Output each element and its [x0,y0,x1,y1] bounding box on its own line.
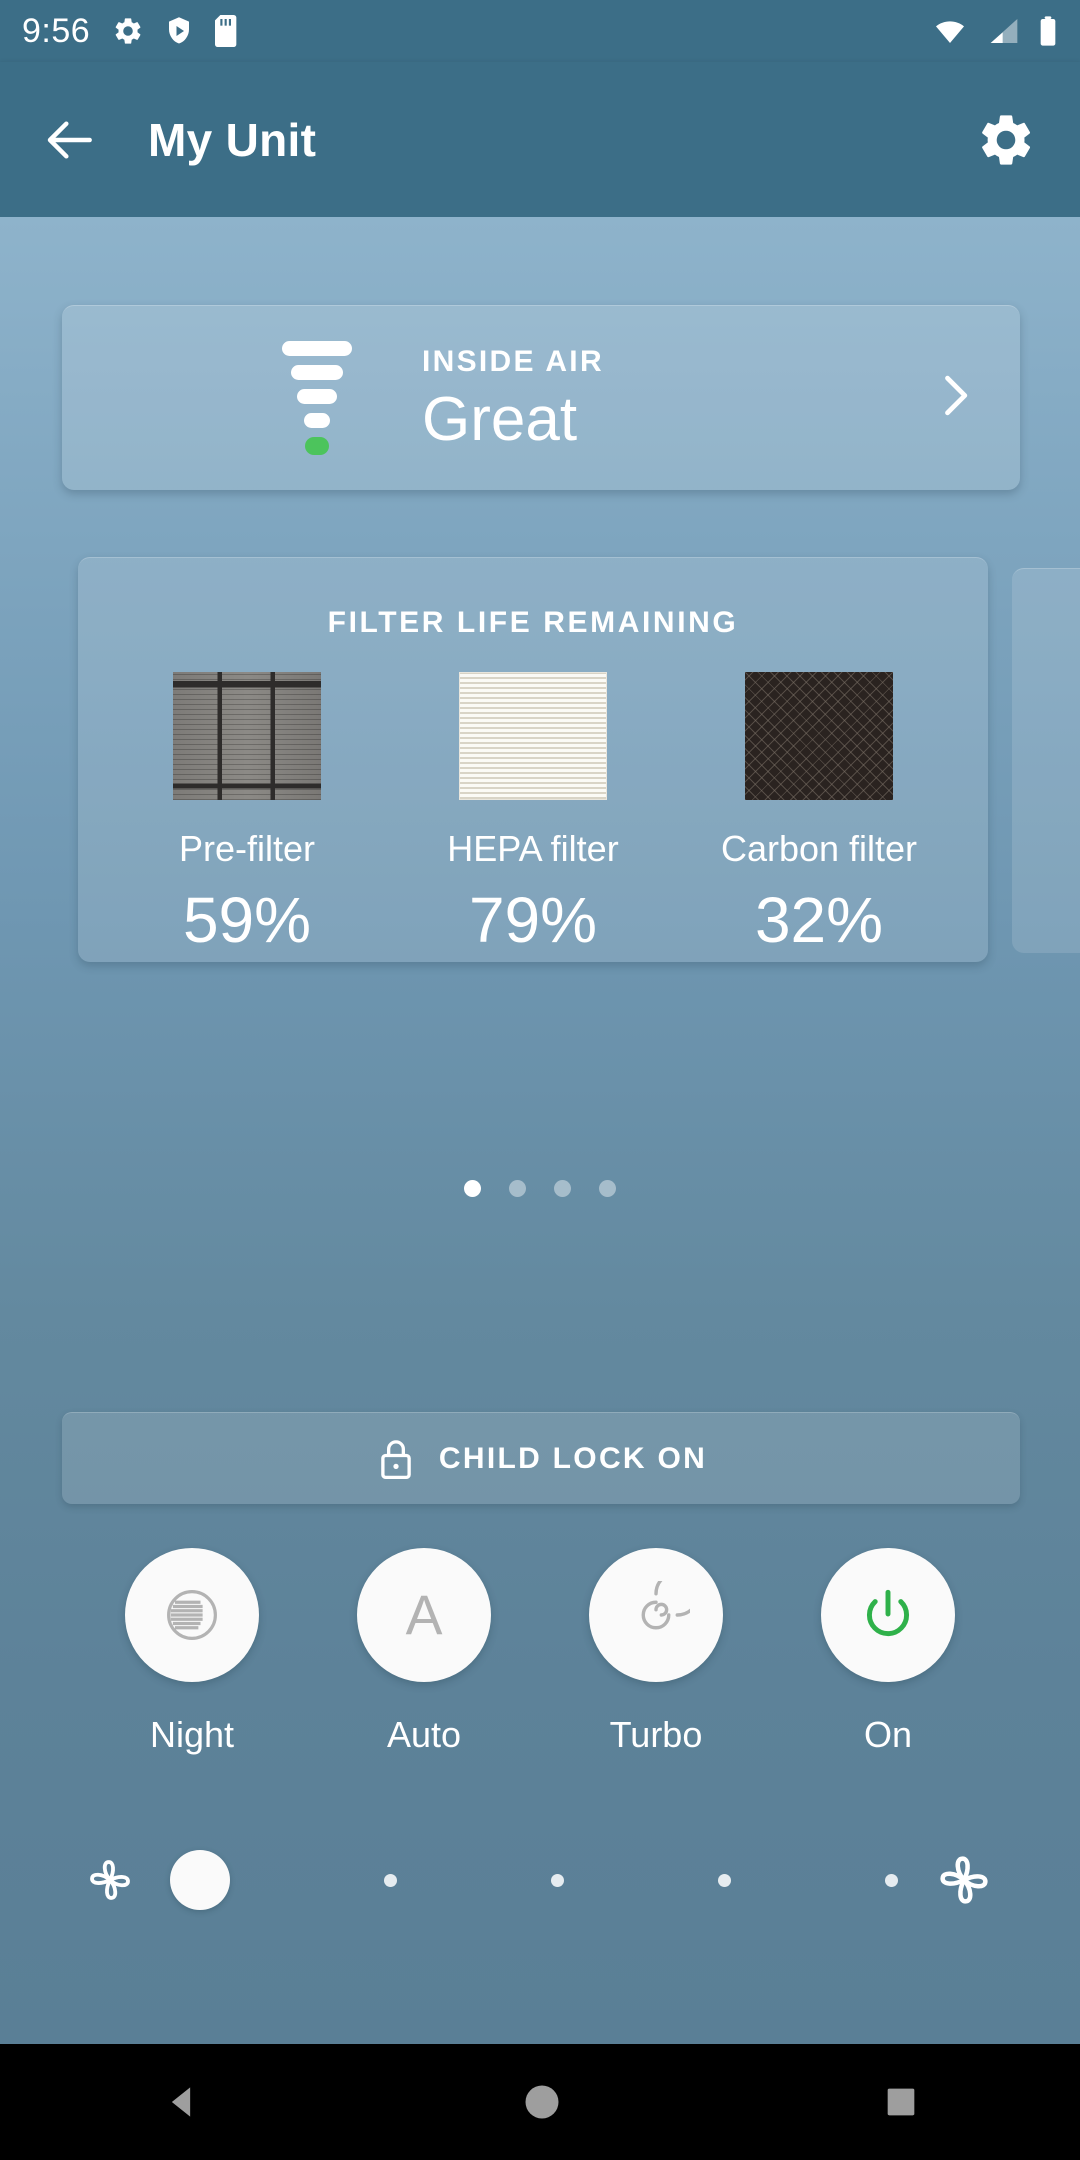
filter-percent: 79% [468,884,598,956]
nav-back-triangle-icon[interactable] [159,2080,203,2124]
mode-button-row: Night A Auto Turbo On [0,1548,1080,1756]
filter-name: Carbon filter [720,828,918,869]
mode-button-turbo[interactable]: Turbo [566,1548,746,1756]
pre-filter-swatch-icon [173,672,321,800]
arrow-left-icon [47,120,92,159]
mode-circle: A [357,1548,491,1682]
status-bar-clock: 9:56 [22,11,91,50]
status-bar-notification-icons [112,15,240,47]
mode-circle [821,1548,955,1682]
filter-life-card[interactable]: FILTER LIFE REMAINING Pre-filter 59% HEP… [78,557,988,962]
air-bar-1 [282,341,352,356]
page-dot-2[interactable] [509,1180,526,1197]
shield-play-icon [169,17,190,44]
lock-icon [381,1439,411,1479]
fan-speed-step-2[interactable] [384,1873,397,1887]
filter-item-carbon: Carbon filter 32% [694,672,944,952]
carbon-filter-swatch-icon [745,672,893,800]
android-nav-bar [0,2044,1080,2160]
content-area [0,217,1080,2044]
fan-speed-track[interactable] [142,1850,926,1910]
status-bar: 9:56 [0,0,1080,62]
mode-circle [125,1548,259,1682]
filter-name: HEPA filter [447,828,619,869]
mode-label: Night [149,1714,235,1755]
inside-air-value: Great [422,385,578,454]
inside-air-label: INSIDE AIR [422,345,604,378]
page-dot-4[interactable] [599,1180,616,1197]
page-title: My Unit [148,113,317,166]
child-lock-button[interactable]: CHILD LOCK ON [62,1412,1020,1504]
air-bar-3 [297,389,337,404]
nav-recents-square-icon[interactable] [881,2082,921,2122]
air-bar-4 [304,413,330,428]
inside-air-chevron-button[interactable] [928,370,980,427]
fan-low-icon [90,1860,130,1900]
mode-circle [589,1548,723,1682]
app-bar: My Unit [0,62,1080,217]
chevron-right-icon [945,375,968,416]
gear-icon [115,18,141,44]
page-dot-1[interactable] [464,1180,481,1197]
fan-speed-knob[interactable] [170,1850,230,1910]
air-quality-indicator [242,341,392,455]
fan-speed-slider[interactable] [0,1820,1080,1940]
filter-name: Pre-filter [178,828,316,869]
mode-label: On [863,1714,913,1755]
fan-speed-step-3[interactable] [551,1873,564,1887]
mode-label: Turbo [609,1714,703,1755]
fan-high-icon [940,1856,988,1904]
inside-air-card[interactable]: INSIDE AIR Great [62,305,1020,490]
next-card-peek[interactable] [1012,568,1080,953]
air-bar-5-active [305,437,329,455]
sd-card-icon [215,15,237,47]
mode-button-power[interactable]: On [798,1548,978,1756]
mode-button-night[interactable]: Night [102,1548,282,1756]
child-lock-label: CHILD LOCK ON [438,1441,708,1475]
filter-life-title: FILTER LIFE REMAINING [327,606,739,639]
air-bar-2 [291,365,343,380]
page-dot-3[interactable] [554,1180,571,1197]
svg-text:A: A [406,1584,443,1646]
fan-speed-step-5[interactable] [885,1873,898,1887]
wifi-icon [936,21,964,43]
fan-speed-step-4[interactable] [718,1873,731,1887]
mode-label: Auto [386,1714,462,1755]
mode-button-auto[interactable]: A Auto [334,1548,514,1756]
carousel-page-dots[interactable] [0,1180,1080,1197]
nav-home-circle-icon[interactable] [520,2080,564,2124]
inside-air-text: INSIDE AIR Great [422,345,604,451]
back-button[interactable] [36,105,106,175]
cell-signal-icon [990,19,1018,43]
turbo-mode-icon [641,1581,690,1630]
hepa-filter-swatch-icon [459,672,607,800]
filter-list: Pre-filter 59% HEPA filter 79% Carbon fi… [78,672,988,952]
filter-item-hepa: HEPA filter 79% [408,672,658,952]
night-mode-icon [167,1590,217,1640]
gear-icon [982,114,1031,165]
filter-percent: 32% [754,884,884,956]
filter-item-pre: Pre-filter 59% [122,672,372,952]
settings-button[interactable] [968,102,1044,178]
filter-percent: 59% [182,884,312,956]
status-bar-system-icons [930,15,1058,47]
app-screen: 9:56 My Unit INSIDE AIR Great FILTER LIF… [0,0,1080,2160]
auto-mode-icon: A [406,1584,443,1646]
battery-icon [1040,16,1056,46]
power-icon [866,1589,910,1637]
